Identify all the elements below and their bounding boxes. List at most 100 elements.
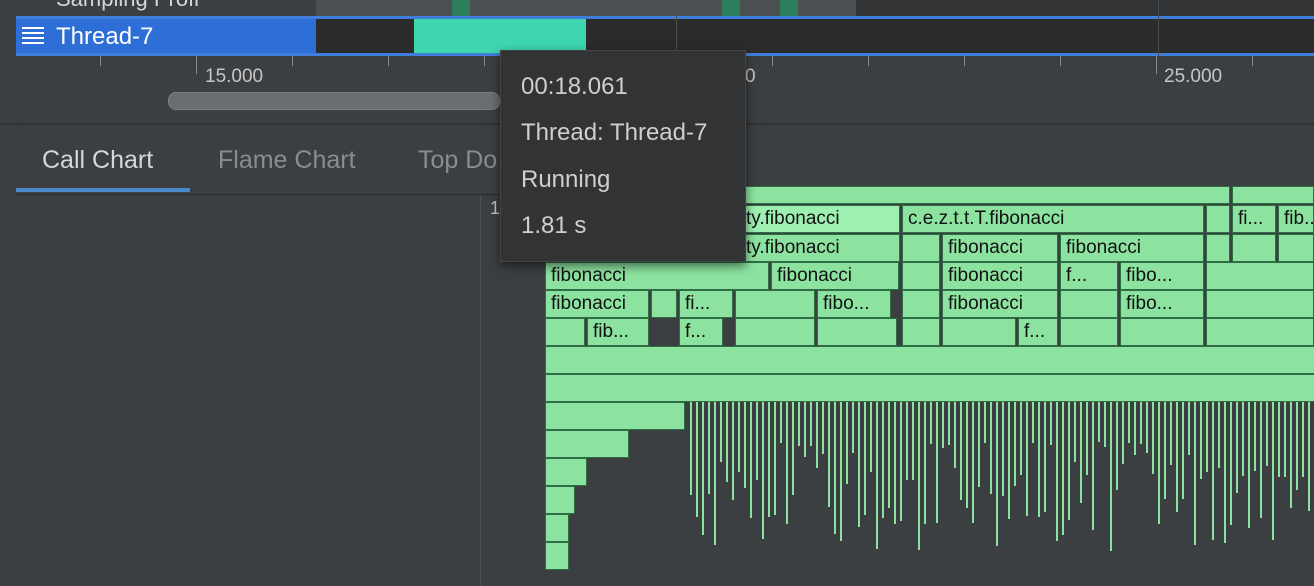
frame-block[interactable] (545, 318, 585, 346)
frame-block[interactable]: fibo... (817, 290, 891, 318)
frame-block[interactable] (942, 318, 1016, 346)
frame-block[interactable] (1232, 186, 1314, 204)
menu-icon[interactable] (22, 27, 44, 45)
frame-block[interactable]: fibonacci (942, 262, 1058, 290)
frame-spike (1062, 402, 1064, 535)
frame-spike (738, 402, 740, 472)
frame-spike (690, 402, 692, 495)
frame-block[interactable]: fib... (1278, 205, 1314, 233)
frame-block[interactable] (545, 486, 575, 514)
frame-spike (750, 402, 752, 518)
left-gutter (0, 0, 17, 586)
frame-block[interactable]: fibonacci (942, 290, 1058, 318)
frame-block[interactable] (1278, 234, 1314, 262)
frame-block[interactable] (545, 346, 1314, 374)
frame-block[interactable] (1206, 205, 1230, 233)
frame-spike (1038, 402, 1040, 517)
frame-spike (798, 402, 800, 446)
frame-block[interactable] (817, 318, 897, 346)
frame-block[interactable] (902, 234, 940, 262)
ruler-label-15000: 15.000 (205, 66, 264, 87)
tab-top-down[interactable]: Top Do (418, 146, 497, 175)
frame-block[interactable]: fib... (587, 318, 649, 346)
frame-block[interactable]: fibo... (1120, 262, 1204, 290)
frame-block[interactable] (545, 402, 685, 430)
frame-block[interactable]: f... (1018, 318, 1058, 346)
frame-block[interactable]: f... (679, 318, 723, 346)
frame-spike (702, 402, 704, 535)
frame-spike (792, 402, 794, 495)
frame-block[interactable] (545, 514, 569, 542)
frame-block[interactable] (545, 430, 629, 458)
frame-block[interactable]: c.e.z.t.t.T.fibonacci (902, 205, 1204, 233)
frame-block[interactable] (735, 318, 815, 346)
frame-spike (1194, 402, 1196, 545)
frame-spike (858, 402, 860, 527)
frame-block[interactable]: f... (1060, 262, 1118, 290)
frame-spike (828, 402, 830, 507)
frame-block[interactable]: fi... (1232, 205, 1276, 233)
frame-spike (726, 402, 728, 482)
frame-spike (912, 402, 914, 480)
frame-spike (1026, 402, 1028, 516)
frame-spike (1134, 402, 1136, 455)
frame-block[interactable] (1206, 262, 1314, 290)
frame-spike (804, 402, 806, 457)
frame-block[interactable]: fibonacci (942, 234, 1058, 262)
sampling-row-empty (856, 0, 1314, 16)
frame-spike (900, 402, 902, 521)
frame-spike (846, 402, 848, 484)
tab-flame-chart[interactable]: Flame Chart (218, 146, 356, 175)
frame-block[interactable] (1206, 234, 1230, 262)
frame-block[interactable] (651, 290, 677, 318)
chart-axis-label: 1 (490, 198, 501, 218)
frame-spike (924, 402, 926, 524)
frame-spike (816, 402, 818, 468)
frame-spike (906, 402, 908, 480)
frame-block[interactable] (1060, 290, 1118, 318)
frame-block[interactable]: fibonacci (545, 290, 649, 318)
frame-spike (1272, 402, 1274, 540)
frame-spike (1236, 402, 1238, 493)
frame-block[interactable] (1206, 290, 1314, 318)
frame-spike (840, 402, 842, 541)
frame-block[interactable] (735, 290, 815, 318)
frame-block[interactable] (545, 458, 587, 486)
tooltip-duration: 1.81 s (521, 212, 587, 239)
frame-spike (1278, 402, 1280, 477)
tab-call-chart[interactable]: Call Chart (42, 146, 153, 175)
frame-block[interactable] (1060, 318, 1118, 346)
frame-block[interactable]: fibonacci (1060, 234, 1204, 262)
frame-block[interactable]: fi... (679, 290, 733, 318)
frame-spike (1032, 402, 1034, 443)
frame-block[interactable] (902, 290, 940, 318)
frame-spike (942, 402, 944, 448)
frame-block[interactable]: fibonacci (545, 262, 769, 290)
frame-block[interactable] (1206, 318, 1314, 346)
frame-block[interactable] (1232, 234, 1276, 262)
frame-block[interactable] (902, 262, 940, 290)
thread-running-segment[interactable] (414, 19, 586, 53)
sampling-state-block (780, 0, 798, 16)
thread-name: Thread-7 (56, 23, 154, 50)
frame-spike (1014, 402, 1016, 486)
sampling-state-block (722, 0, 740, 16)
frame-spike (744, 402, 746, 488)
ruler-label-20000-partial: 0 (745, 66, 756, 87)
timeline-scrollbar-thumb[interactable] (168, 92, 500, 110)
frame-block[interactable] (545, 542, 569, 570)
frame-spike (852, 402, 854, 453)
tooltip-time: 00:18.061 (521, 73, 628, 100)
frame-block[interactable]: fibonacci (771, 262, 899, 290)
frame-block[interactable]: fibo... (1120, 290, 1204, 318)
frame-block[interactable]: ty.fibonacci (740, 234, 900, 262)
tooltip-thread: Thread: Thread-7 (521, 119, 708, 146)
frame-block[interactable] (1120, 318, 1204, 346)
frame-block[interactable] (740, 186, 1230, 204)
frame-block[interactable] (545, 374, 1314, 402)
frame-spike (1050, 402, 1052, 445)
frame-spike (978, 402, 980, 487)
thread-label[interactable]: Thread-7 (16, 19, 316, 53)
frame-block[interactable] (902, 318, 940, 346)
frame-block[interactable]: ty.fibonacci (740, 205, 900, 233)
